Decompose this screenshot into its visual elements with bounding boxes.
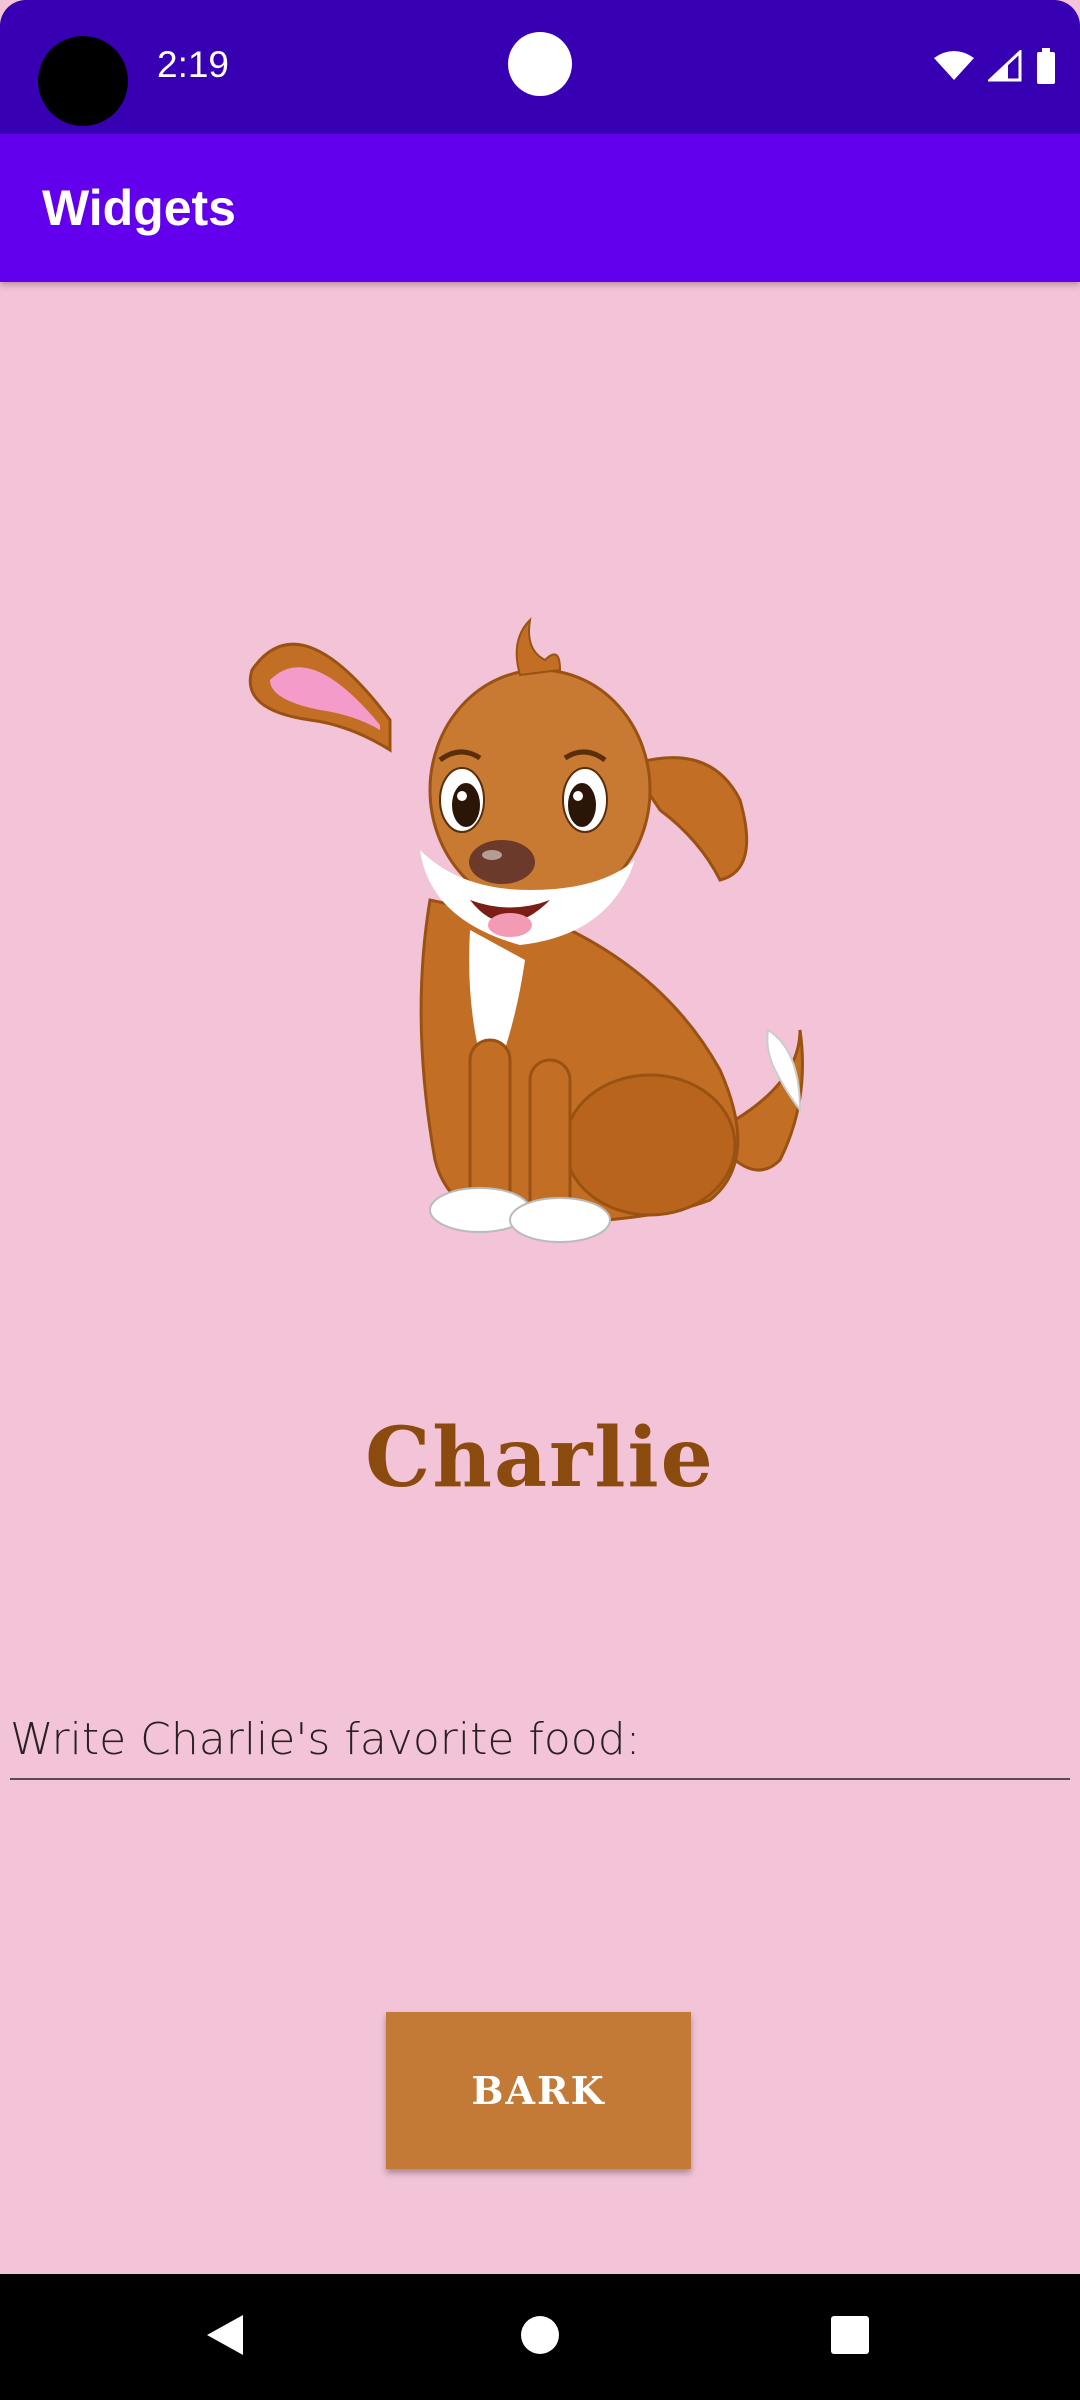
navigation-bar [0, 2274, 1080, 2400]
status-time: 2:19 [157, 44, 230, 85]
favorite-food-input[interactable] [10, 1700, 1070, 1780]
status-icons [934, 48, 1056, 89]
wifi-icon [934, 50, 974, 87]
app-bar: Widgets [0, 134, 1080, 282]
status-bar: 2:19 [0, 0, 1080, 134]
signal-icon [986, 48, 1022, 87]
back-icon [205, 2313, 245, 2362]
bark-button[interactable]: BARK [386, 2012, 691, 2169]
app-title: Widgets [42, 180, 236, 236]
dog-image [240, 600, 840, 1270]
home-icon [520, 2315, 560, 2360]
back-button[interactable] [145, 2274, 305, 2400]
recents-button[interactable] [770, 2274, 930, 2400]
dog-name: Charlie [365, 1410, 715, 1506]
home-button[interactable] [460, 2274, 620, 2400]
battery-icon [1036, 48, 1056, 89]
camera-cutout [38, 36, 128, 126]
notification-dot-icon [508, 32, 572, 96]
recents-icon [830, 2315, 870, 2360]
